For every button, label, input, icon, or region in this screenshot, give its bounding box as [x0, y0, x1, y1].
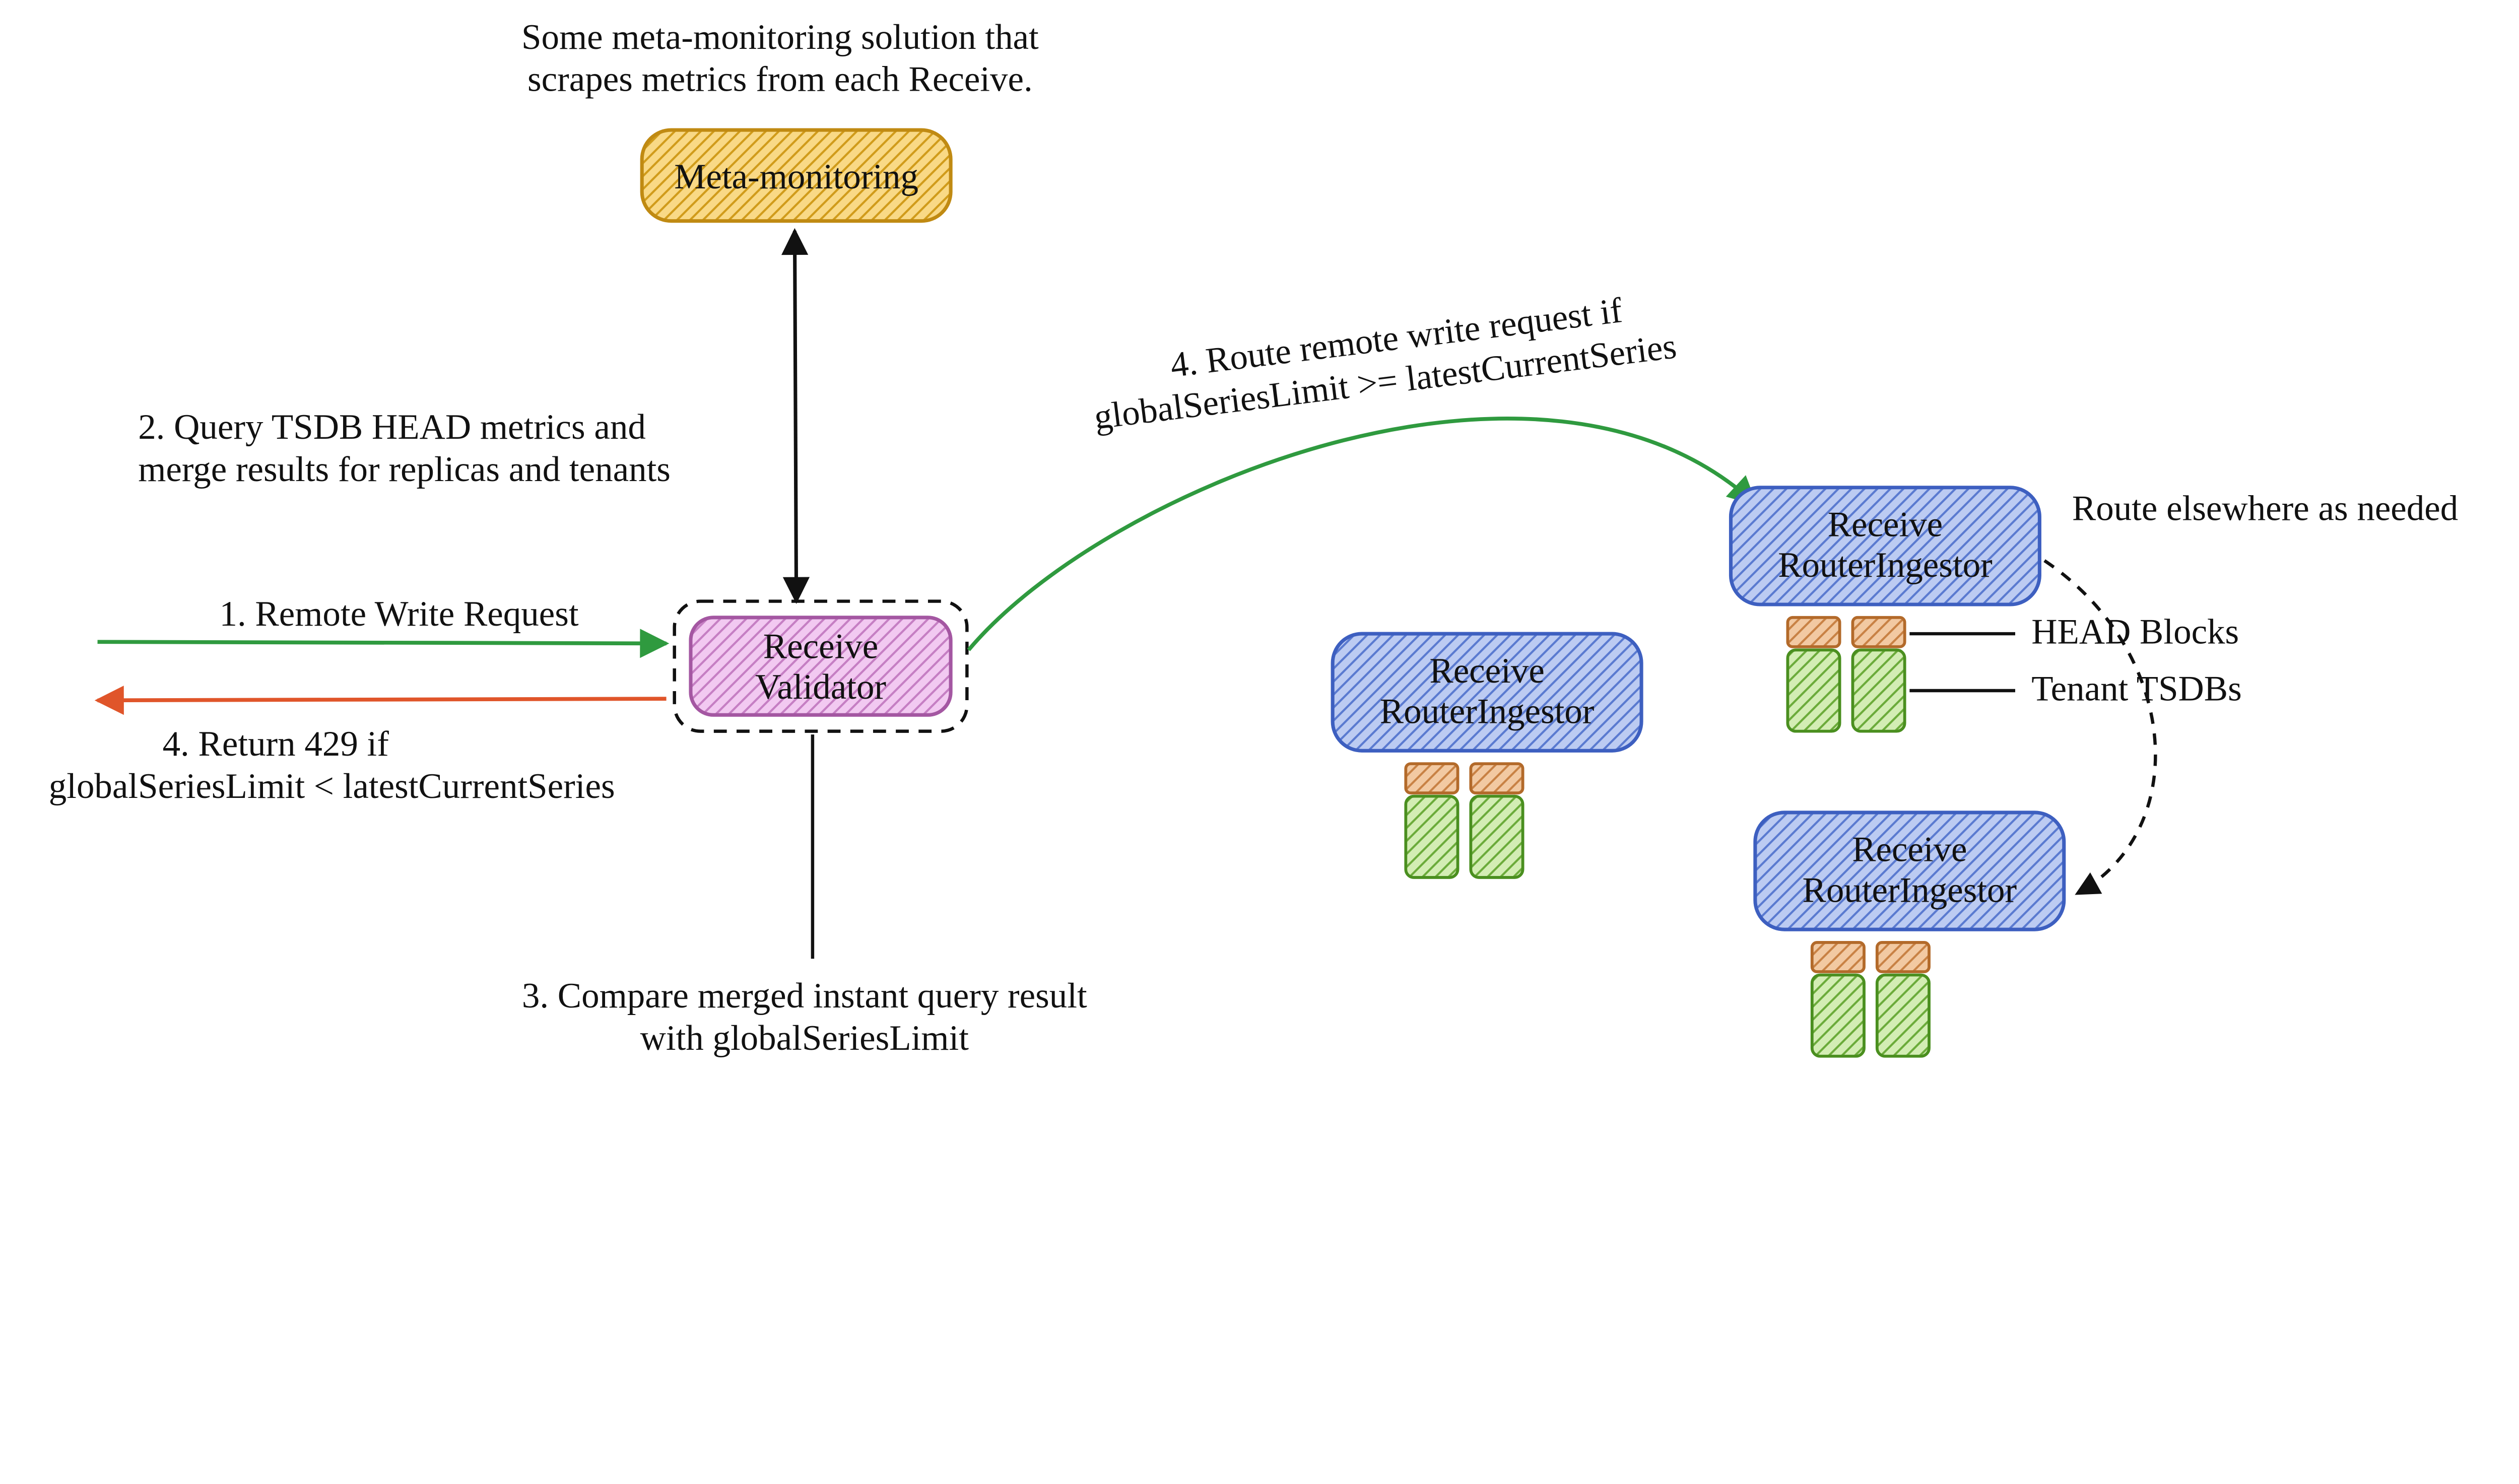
- head-block-icon: [1406, 764, 1457, 793]
- router-bottom: Receive RouterIngestor: [1755, 813, 2064, 1056]
- arrow-remote-write: [98, 642, 667, 643]
- step2-line1: 2. Query TSDB HEAD metrics and: [138, 408, 646, 447]
- tsdb-icon: [1787, 650, 1839, 731]
- head-blocks-label: HEAD Blocks: [2031, 612, 2239, 651]
- head-block-icon: [1812, 942, 1864, 972]
- router-center-label2: RouterIngestor: [1380, 692, 1595, 731]
- router-top-label2: RouterIngestor: [1778, 546, 1993, 585]
- meta-monitoring-node: Meta-monitoring: [642, 130, 951, 221]
- step4err-line1: 4. Return 429 if: [163, 724, 389, 764]
- tsdb-icon: [1812, 975, 1864, 1056]
- step3-line1: 3. Compare merged instant query result: [522, 976, 1087, 1016]
- router-bottom-label1: Receive: [1852, 830, 1967, 869]
- router-top: Receive RouterIngestor: [1731, 488, 2039, 731]
- arrow-return-429: [98, 699, 667, 700]
- router-top-label1: Receive: [1828, 505, 1943, 545]
- tsdb-icon: [1406, 796, 1457, 878]
- head-block-icon: [1787, 618, 1839, 647]
- validator-label1: Receive: [763, 627, 878, 666]
- head-block-icon: [1877, 942, 1929, 972]
- meta-caption-line1: Some meta-monitoring solution that: [521, 18, 1039, 57]
- step4route-text: 4. Route remote write request if globalS…: [1087, 285, 1679, 437]
- tsdb-icon: [1877, 975, 1929, 1056]
- meta-monitoring-label: Meta-monitoring: [674, 157, 918, 196]
- diagram-canvas: Some meta-monitoring solution that scrap…: [0, 0, 2519, 1202]
- step2-line2: merge results for replicas and tenants: [138, 450, 671, 489]
- step1-label: 1. Remote Write Request: [219, 594, 578, 634]
- tsdb-icon: [1471, 796, 1522, 878]
- receive-validator-node: Receive Validator: [675, 601, 967, 731]
- tsdb-icon: [1852, 650, 1904, 731]
- router-center: Receive RouterIngestor: [1333, 634, 1641, 878]
- router-bottom-label2: RouterIngestor: [1803, 870, 2017, 910]
- head-block-icon: [1852, 618, 1904, 647]
- tenant-tsdbs-label: Tenant TSDBs: [2031, 669, 2241, 708]
- meta-caption-line2: scrapes metrics from each Receive.: [527, 60, 1033, 99]
- route-elsewhere-label: Route elsewhere as needed: [2072, 489, 2458, 528]
- head-block-icon: [1471, 764, 1522, 793]
- arrow-route-remote-write: [969, 419, 1755, 650]
- arrow-validator-meta: [794, 231, 796, 601]
- step4err-line2: globalSeriesLimit < latestCurrentSeries: [49, 767, 615, 806]
- validator-label2: Validator: [755, 667, 886, 707]
- step3-line2: with globalSeriesLimit: [640, 1019, 969, 1058]
- router-center-label1: Receive: [1429, 651, 1544, 691]
